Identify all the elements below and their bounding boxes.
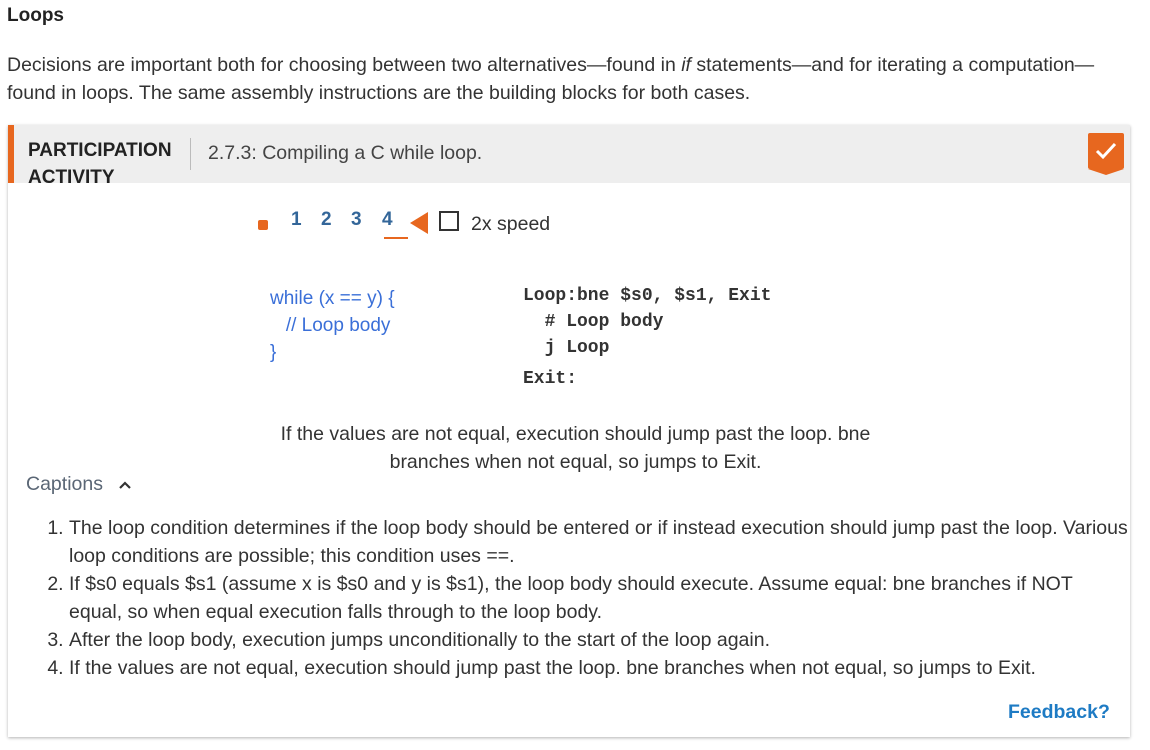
activity-title: 2.7.3: Compiling a C while loop. xyxy=(208,142,483,164)
current-caption: If the values are not equal, execution s… xyxy=(280,423,871,473)
intro-paragraph: Decisions are important both for choosin… xyxy=(7,51,1107,107)
caption-item: The loop condition determines if the loo… xyxy=(69,514,1129,570)
step-2-button[interactable]: 2 xyxy=(321,209,332,231)
asm-code-line: j Loop xyxy=(523,338,610,358)
c-code-block: while (x == y) { // Loop body } xyxy=(270,285,395,366)
speed-checkbox[interactable] xyxy=(439,211,459,231)
assembly-code-block: Loop:bne $s0, $s1, Exit # Loop body j Lo… xyxy=(523,283,771,392)
chevron-up-icon xyxy=(119,481,132,489)
step-3-button[interactable]: 3 xyxy=(351,209,362,231)
intro-text-start: Decisions are important both for choosin… xyxy=(7,54,682,76)
step-4-button[interactable]: 4 xyxy=(382,209,393,231)
caption-item: After the loop body, execution jumps unc… xyxy=(69,626,1129,654)
feedback-link[interactable]: Feedback? xyxy=(1008,701,1110,724)
asm-code-line: # Loop body xyxy=(523,312,664,332)
activity-kind: PARTICIPATION ACTIVITY xyxy=(28,137,188,183)
completion-badge xyxy=(1088,133,1124,175)
participation-activity: PARTICIPATION ACTIVITY 2.7.3: Compiling … xyxy=(8,125,1130,737)
header-divider xyxy=(190,138,191,170)
captions-toggle[interactable]: Captions xyxy=(26,473,132,496)
asm-code-line: Loop:bne $s0, $s1, Exit xyxy=(523,286,772,306)
speed-label[interactable]: 2x speed xyxy=(471,213,550,236)
c-code-line: while (x == y) { xyxy=(270,288,395,309)
section-title: Loops xyxy=(7,5,64,26)
captions-list: The loop condition determines if the loo… xyxy=(42,514,1129,682)
checkmark-icon xyxy=(1095,142,1117,160)
asm-code-line: Exit: xyxy=(523,369,578,389)
start-button[interactable] xyxy=(258,220,268,230)
c-code-line: } xyxy=(270,342,277,363)
captions-toggle-label: Captions xyxy=(26,473,103,495)
play-back-icon[interactable] xyxy=(410,212,428,234)
c-code-line: // Loop body xyxy=(270,315,391,336)
caption-item: If the values are not equal, execution s… xyxy=(69,654,1129,682)
intro-if-keyword: if xyxy=(681,54,691,76)
activity-kind-line1: PARTICIPATION xyxy=(28,140,172,161)
caption-item: If $s0 equals $s1 (assume x is $s0 and y… xyxy=(69,570,1129,626)
current-step-indicator xyxy=(384,237,408,239)
activity-kind-line2: ACTIVITY xyxy=(28,167,115,183)
activity-header: PARTICIPATION ACTIVITY 2.7.3: Compiling … xyxy=(8,125,1130,183)
step-1-button[interactable]: 1 xyxy=(291,209,302,231)
